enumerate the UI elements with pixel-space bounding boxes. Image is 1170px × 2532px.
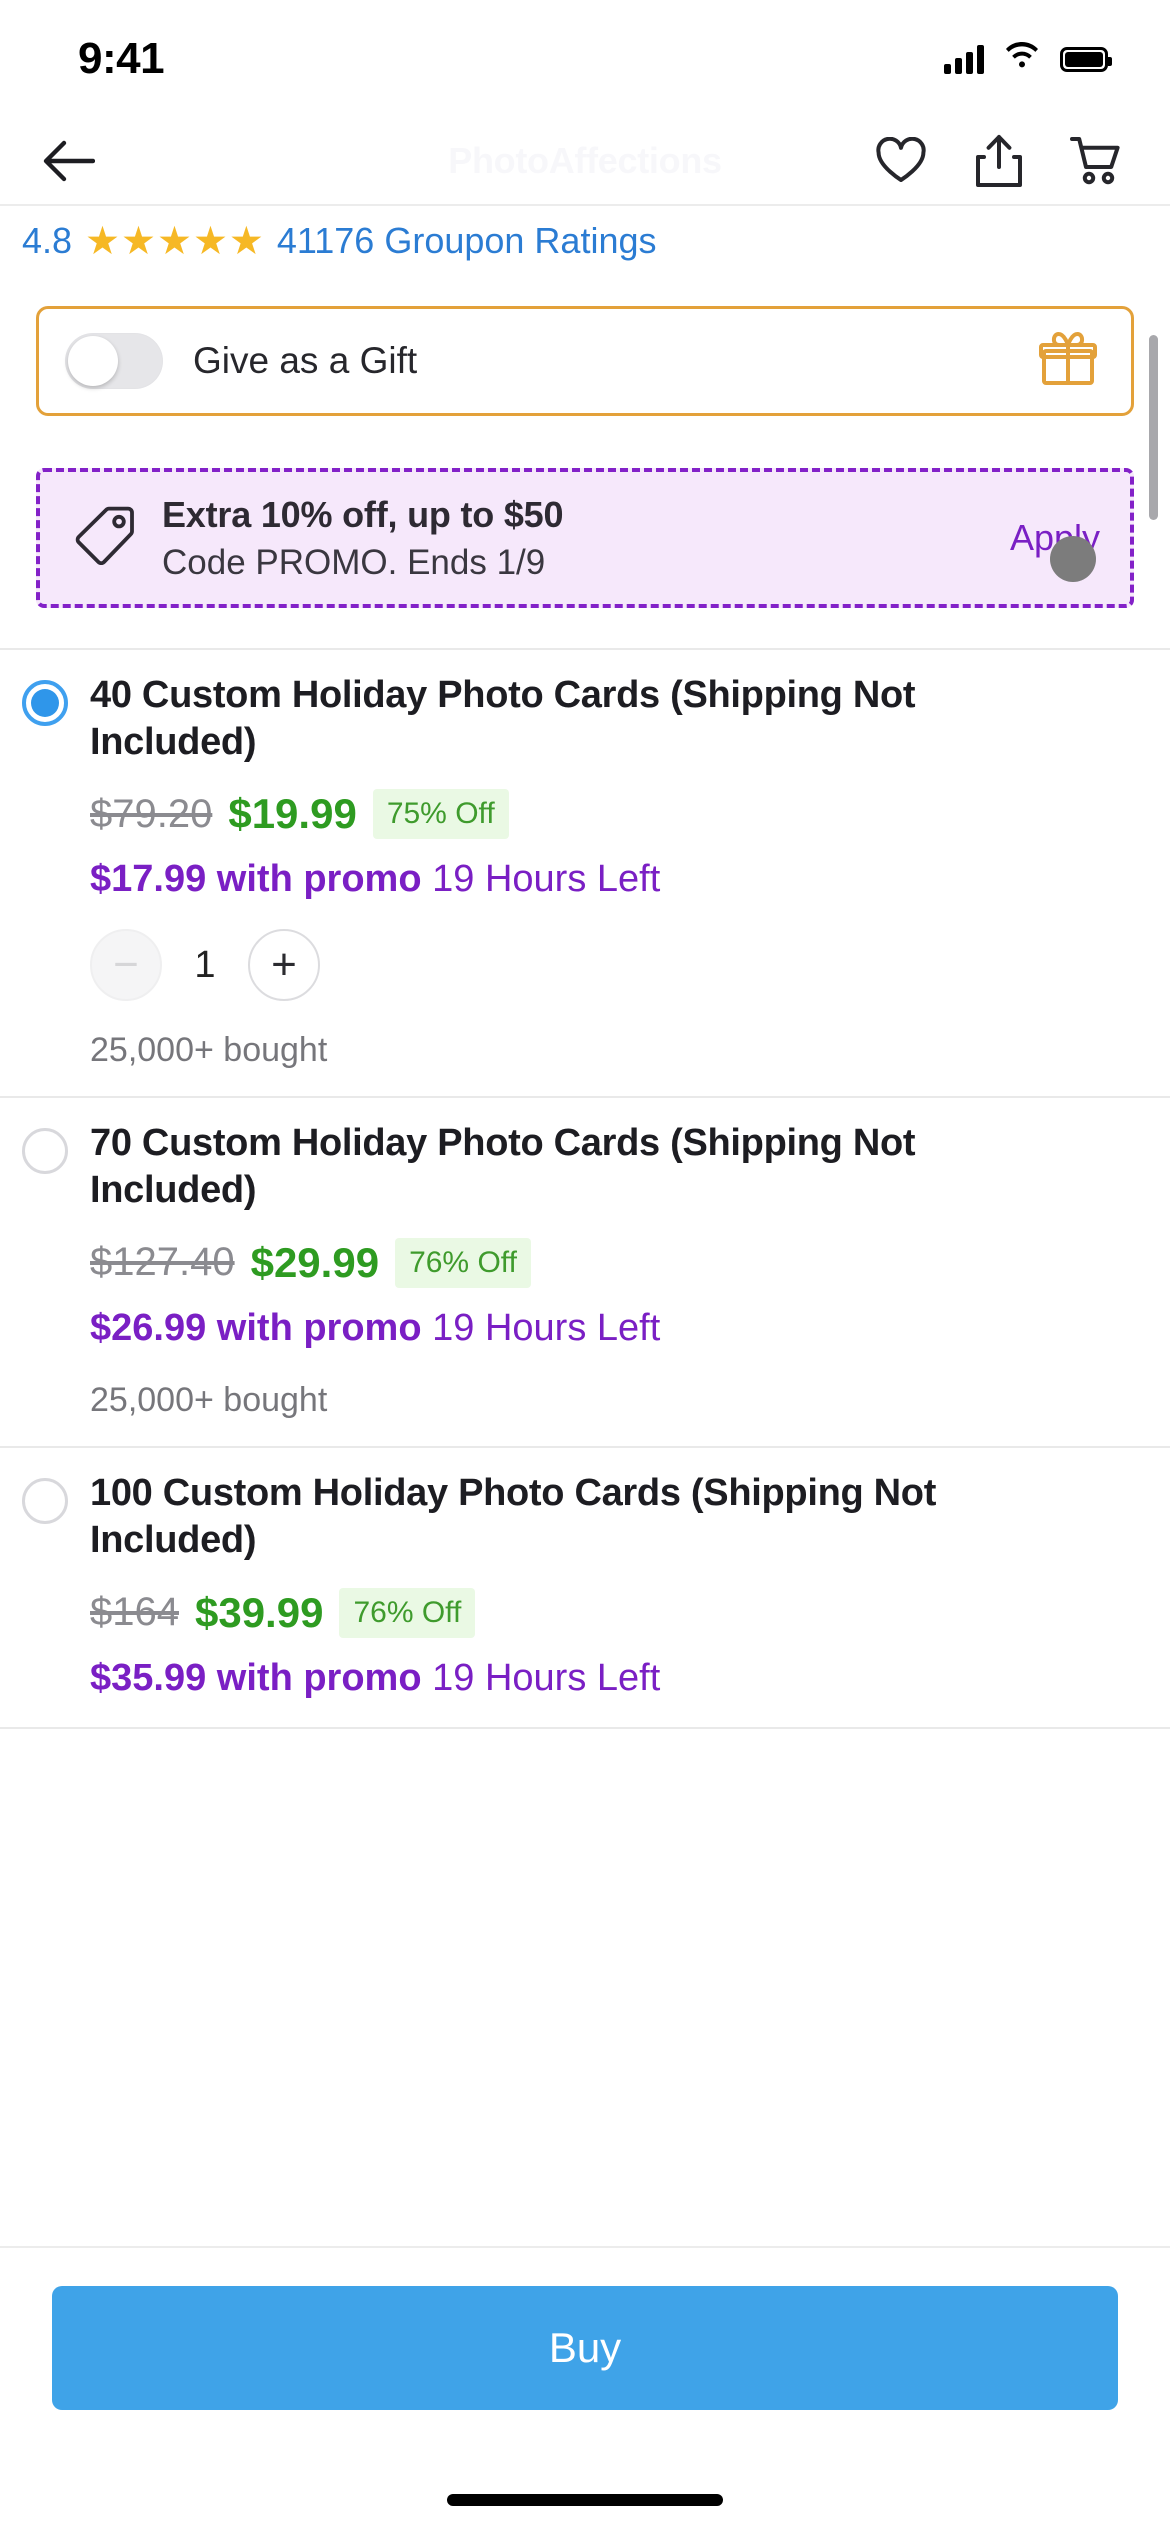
give-as-gift-label: Give as a Gift [193,340,418,381]
deal-price: $19.99 [228,790,357,838]
header-actions [872,132,1126,190]
battery-icon [1060,46,1112,72]
original-price: $164 [90,1590,179,1635]
ratings-row[interactable]: 4.8 ★ ★ ★ ★ ★ 41176 Groupon Ratings [0,206,1170,272]
star-icon: ★ [156,219,192,263]
option-row[interactable]: 40 Custom Holiday Photo Cards (Shipping … [0,648,1170,1099]
buy-bar: Buy [0,2246,1170,2532]
star-icon: ★ [192,219,228,263]
quantity-increase-button[interactable]: + [248,929,320,1002]
promo-price-row: $26.99 with promo 19 Hours Left [90,1306,1134,1352]
home-indicator [447,2494,723,2506]
option-radio[interactable] [22,1478,68,1525]
option-title: 40 Custom Holiday Photo Cards (Shipping … [90,674,916,763]
options-list: 40 Custom Holiday Photo Cards (Shipping … [0,648,1170,1730]
rating-count-link[interactable]: 41176 Groupon Ratings [277,220,657,262]
give-as-gift-toggle[interactable] [65,333,163,389]
price-row: $164 $39.99 76% Off [90,1587,1134,1638]
option-row[interactable]: 70 Custom Holiday Photo Cards (Shipping … [0,1098,1170,1449]
bought-count: 25,000+ bought [90,1381,328,1420]
original-price: $127.40 [90,1240,235,1285]
promo-suffix: with promo [216,858,422,901]
discount-badge: 75% Off [372,789,509,840]
quantity-decrease-button[interactable]: − [90,929,162,1002]
promo-suffix: with promo [216,1656,422,1699]
share-icon[interactable] [970,132,1028,190]
option-radio[interactable] [22,1128,68,1175]
time-left: 19 Hours Left [432,858,661,901]
cart-icon[interactable] [1068,132,1126,190]
promo-banner[interactable]: Extra 10% off, up to $50 Code PROMO. End… [36,468,1134,608]
star-icon: ★ [121,219,156,263]
status-time: 9:41 [78,34,165,83]
star-icon: ★ [228,219,264,263]
star-rating: ★ ★ ★ ★ ★ [85,222,264,261]
original-price: $79.20 [90,791,213,836]
option-radio[interactable] [22,680,68,726]
give-as-gift-card[interactable]: Give as a Gift [36,306,1134,416]
vertical-scrollbar[interactable] [1149,335,1158,520]
discount-badge: 76% Off [339,1587,476,1638]
promo-text: Extra 10% off, up to $50 Code PROMO. End… [162,494,990,583]
heart-icon[interactable] [872,132,930,190]
time-left: 19 Hours Left [432,1306,661,1349]
cursor-indicator [1050,536,1096,582]
rating-score: 4.8 [22,220,73,261]
deal-price: $39.99 [194,1588,324,1636]
option-title: 70 Custom Holiday Photo Cards (Shipping … [90,1122,916,1211]
promo-price-row: $35.99 with promo 19 Hours Left [90,1656,1134,1702]
back-button[interactable] [40,132,98,190]
promo-price: $17.99 [90,858,207,901]
app-header: PhotoAffections [0,118,1170,204]
wifi-icon [1002,41,1042,77]
promo-subtitle: Code PROMO. Ends 1/9 [162,542,546,582]
option-header[interactable]: 100 Custom Holiday Photo Cards (Shipping… [22,1470,1134,1563]
promo-suffix: with promo [216,1306,422,1349]
price-row: $79.20 $19.99 75% Off [90,789,1134,840]
price-row: $127.40 $29.99 76% Off [90,1237,1134,1288]
cellular-signal-icon [944,44,984,74]
discount-badge: 76% Off [395,1237,531,1288]
deal-price: $29.99 [250,1238,380,1286]
option-row[interactable]: 100 Custom Holiday Photo Cards (Shipping… [0,1448,1170,1730]
gift-box-icon [1039,331,1097,392]
quantity-stepper[interactable]: − 1 + [90,929,1134,1002]
quantity-value: 1 [194,943,216,986]
promo-price-row: $17.99 with promo 19 Hours Left [90,857,1134,903]
bought-count: 25,000+ bought [90,1031,328,1070]
buy-button[interactable]: Buy [52,2286,1118,2410]
promo-price: $35.99 [90,1656,207,1699]
star-icon: ★ [85,219,121,263]
promo-price: $26.99 [90,1306,207,1349]
promo-title: Extra 10% off, up to $50 [162,493,564,535]
status-bar: 9:41 [0,0,1170,118]
option-header[interactable]: 70 Custom Holiday Photo Cards (Shipping … [22,1120,1134,1213]
time-left: 19 Hours Left [432,1656,661,1699]
option-header[interactable]: 40 Custom Holiday Photo Cards (Shipping … [22,672,1134,765]
toggle-knob [68,336,118,386]
price-tag-icon [74,505,136,572]
option-title: 100 Custom Holiday Photo Cards (Shipping… [90,1472,937,1561]
status-indicators [944,41,1112,77]
